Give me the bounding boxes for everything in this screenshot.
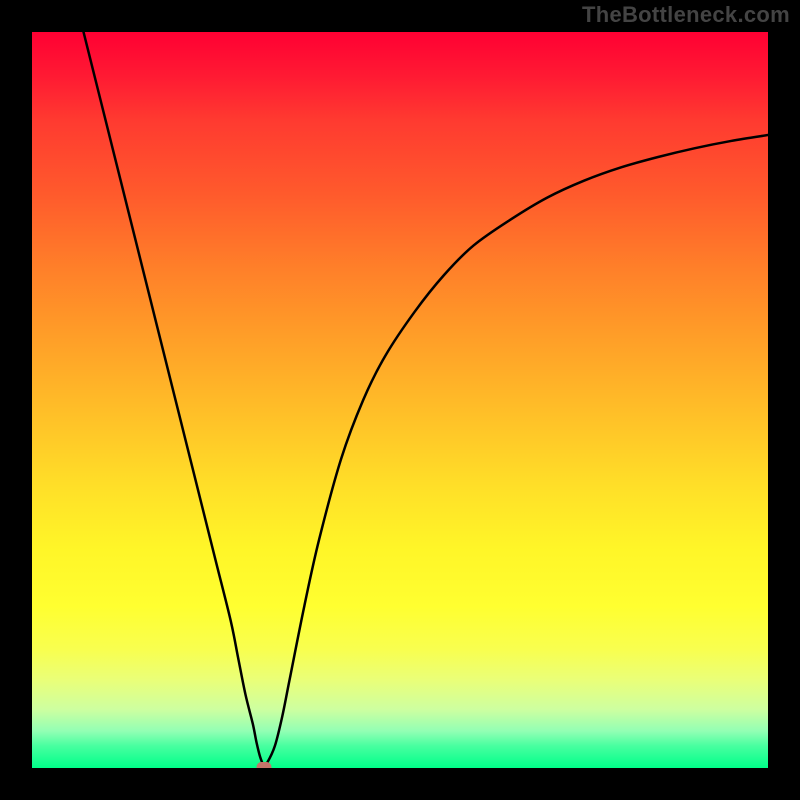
curve-line [84, 32, 768, 765]
chart-plot-area [32, 32, 768, 768]
curve-svg [32, 32, 768, 768]
min-marker-icon [256, 762, 271, 768]
chart-frame: TheBottleneck.com [0, 0, 800, 800]
watermark-text: TheBottleneck.com [582, 2, 790, 28]
